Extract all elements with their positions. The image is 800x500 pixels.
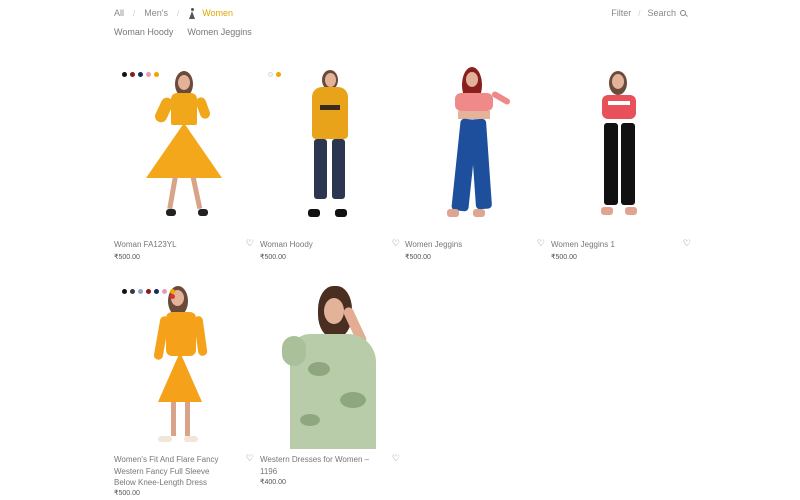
subcategory-nav: Woman Hoody Women Jeggins — [114, 27, 252, 37]
search-icon — [680, 10, 686, 16]
toolbar-separator: / — [638, 8, 641, 18]
color-swatch[interactable] — [154, 289, 159, 294]
product-price: ₹500.00 — [114, 490, 140, 497]
product-card[interactable]: Western Dresses for Women – 1196 ♡ ₹400.… — [260, 284, 400, 500]
breadcrumb-separator: / — [176, 8, 180, 18]
breadcrumb-mens[interactable]: Men's — [144, 8, 168, 18]
color-swatch[interactable] — [138, 289, 143, 294]
search-button[interactable]: Search — [647, 8, 686, 18]
product-price: ₹500.00 — [114, 254, 140, 261]
product-image[interactable] — [260, 67, 400, 232]
heart-icon[interactable]: ♡ — [246, 454, 254, 463]
heart-icon[interactable]: ♡ — [392, 239, 400, 248]
product-image[interactable] — [114, 67, 254, 232]
color-swatches — [122, 72, 159, 77]
product-image[interactable] — [114, 284, 254, 449]
product-name[interactable]: Women Jeggins — [405, 239, 523, 251]
product-card[interactable]: Women Jeggins 1 ♡ ₹500.00 — [551, 67, 691, 267]
product-image[interactable] — [405, 67, 545, 232]
heart-icon[interactable]: ♡ — [246, 239, 254, 248]
product-name[interactable]: Women's Fit And Flare Fancy Western Fanc… — [114, 454, 232, 489]
product-price: ₹400.00 — [260, 479, 286, 486]
color-swatch[interactable] — [130, 72, 135, 77]
toolbar: Filter / Search — [611, 6, 686, 20]
product-name[interactable]: Woman FA123YL — [114, 239, 232, 251]
product-card[interactable]: Women's Fit And Flare Fancy Western Fanc… — [114, 284, 254, 500]
product-name[interactable]: Woman Hoody — [260, 239, 378, 251]
color-swatch[interactable] — [170, 289, 175, 294]
product-name[interactable]: Western Dresses for Women – 1196 — [260, 454, 378, 477]
product-price: ₹500.00 — [405, 254, 431, 261]
product-price: ₹500.00 — [551, 254, 577, 261]
color-swatch[interactable] — [130, 289, 135, 294]
color-swatch[interactable] — [154, 72, 159, 77]
color-swatches — [268, 72, 281, 77]
women-dress-icon — [188, 7, 197, 19]
breadcrumb: All / Men's / Women — [114, 6, 233, 20]
product-image[interactable] — [551, 67, 691, 232]
subcategory-woman-hoody[interactable]: Woman Hoody — [114, 27, 173, 37]
color-swatches — [122, 289, 175, 294]
product-card[interactable]: Woman FA123YL ♡ ₹500.00 — [114, 67, 254, 267]
product-name[interactable]: Women Jeggins 1 — [551, 239, 669, 251]
heart-icon[interactable]: ♡ — [537, 239, 545, 248]
filter-button[interactable]: Filter — [611, 8, 631, 18]
product-image[interactable] — [260, 284, 400, 449]
color-swatch[interactable] — [276, 72, 281, 77]
product-price: ₹500.00 — [260, 254, 286, 261]
color-swatch[interactable] — [122, 72, 127, 77]
color-swatch[interactable] — [146, 72, 151, 77]
breadcrumb-women[interactable]: Women — [202, 8, 233, 18]
color-swatch[interactable] — [122, 289, 127, 294]
color-swatch[interactable] — [268, 72, 273, 77]
subcategory-women-jeggins[interactable]: Women Jeggins — [187, 27, 251, 37]
product-card[interactable]: Women Jeggins ♡ ₹500.00 — [405, 67, 545, 267]
product-card[interactable]: Woman Hoody ♡ ₹500.00 — [260, 67, 400, 267]
heart-icon[interactable]: ♡ — [683, 239, 691, 248]
breadcrumb-all[interactable]: All — [114, 8, 124, 18]
color-swatch[interactable] — [146, 289, 151, 294]
search-label: Search — [647, 8, 676, 18]
heart-icon[interactable]: ♡ — [392, 454, 400, 463]
color-swatch[interactable] — [162, 289, 167, 294]
color-swatch[interactable] — [138, 72, 143, 77]
breadcrumb-separator: / — [133, 8, 136, 18]
